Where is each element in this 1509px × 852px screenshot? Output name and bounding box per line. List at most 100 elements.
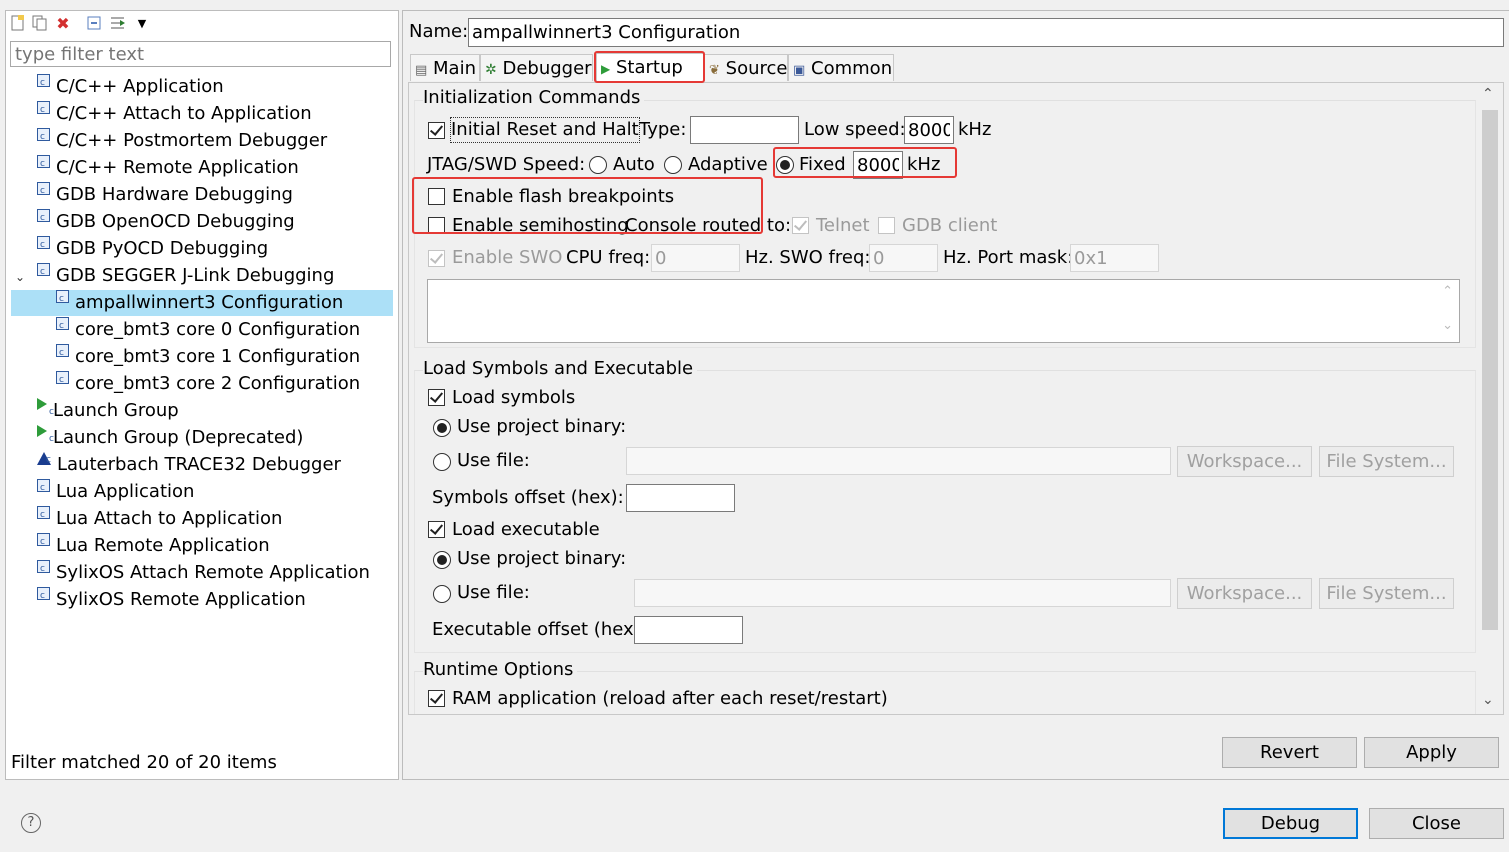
- telnet-label[interactable]: Telnet: [816, 214, 870, 238]
- low-speed-input[interactable]: [904, 116, 954, 144]
- name-input[interactable]: [468, 18, 1504, 47]
- tree-item[interactable]: core_bmt3 core 0 Configuration: [56, 313, 360, 343]
- symbols-file-system-button[interactable]: File System...: [1319, 446, 1454, 477]
- chevron-down-icon[interactable]: ⌄: [15, 270, 25, 284]
- telnet-checkbox[interactable]: [792, 217, 809, 234]
- tab-main[interactable]: ▤ Main: [410, 54, 480, 81]
- tree-item-label: Lua Attach to Application: [56, 508, 283, 529]
- tree-item[interactable]: core_bmt3 core 1 Configuration: [56, 340, 360, 370]
- tree-item[interactable]: C/C++ Postmortem Debugger: [37, 124, 327, 154]
- load-executable-checkbox[interactable]: [428, 521, 445, 538]
- tree-item[interactable]: Launch Group (Deprecated): [37, 425, 304, 452]
- help-icon[interactable]: ?: [21, 813, 41, 833]
- tree-item[interactable]: GDB PyOCD Debugging: [37, 232, 268, 262]
- symbols-project-binary-radio[interactable]: [433, 419, 451, 437]
- vertical-scrollbar[interactable]: ⌃ ⌄: [1478, 84, 1502, 714]
- tree-item[interactable]: Lua Attach to Application: [37, 502, 283, 532]
- exec-file-system-button[interactable]: File System...: [1319, 578, 1454, 609]
- exec-workspace-button[interactable]: Workspace...: [1177, 578, 1312, 609]
- speed-auto-radio[interactable]: [589, 156, 607, 174]
- speed-auto-label[interactable]: Auto: [613, 153, 655, 177]
- speed-adaptive-label[interactable]: Adaptive: [688, 153, 768, 177]
- tree-item[interactable]: C/C++ Attach to Application: [37, 97, 312, 127]
- symbols-file-input[interactable]: [626, 447, 1171, 475]
- tab-startup[interactable]: ▶ Startup: [596, 53, 704, 82]
- tab-source[interactable]: ❦ Source: [704, 54, 788, 81]
- speed-adaptive-radio[interactable]: [664, 156, 682, 174]
- exec-offset-label: Executable offset (hex):: [432, 619, 647, 640]
- tree-item[interactable]: GDB Hardware Debugging: [37, 178, 293, 208]
- load-symbols-checkbox[interactable]: [428, 389, 445, 406]
- textarea-scroll-up-icon[interactable]: ⌃: [1442, 284, 1453, 299]
- scroll-thumb[interactable]: [1482, 110, 1498, 630]
- filter-icon[interactable]: [110, 15, 126, 31]
- scroll-up-icon[interactable]: ⌃: [1482, 86, 1494, 102]
- type-input[interactable]: [690, 116, 799, 144]
- symbols-workspace-button[interactable]: Workspace...: [1177, 446, 1312, 477]
- exec-project-binary-label[interactable]: Use project binary:: [457, 547, 626, 571]
- tree-item-label: Launch Group (Deprecated): [53, 427, 304, 448]
- tree-item[interactable]: GDB OpenOCD Debugging: [37, 205, 295, 235]
- speed-fixed-radio[interactable]: [776, 156, 794, 174]
- init-commands-textarea[interactable]: ⌃ ⌄: [427, 279, 1460, 343]
- flash-breakpoints-checkbox[interactable]: [428, 188, 445, 205]
- cpu-freq-input[interactable]: [651, 244, 740, 272]
- textarea-scroll-down-icon[interactable]: ⌄: [1442, 318, 1453, 333]
- scroll-down-icon[interactable]: ⌄: [1482, 692, 1494, 708]
- ram-app-label[interactable]: RAM application (reload after each reset…: [452, 687, 888, 711]
- tree-item-label: SylixOS Attach Remote Application: [56, 562, 370, 583]
- tree-item[interactable]: Lua Remote Application: [37, 529, 270, 559]
- tree-item[interactable]: SylixOS Remote Application: [37, 583, 306, 613]
- tree-item-label: Lauterbach TRACE32 Debugger: [57, 454, 341, 475]
- tree-item[interactable]: C/C++ Application: [37, 70, 224, 100]
- flash-breakpoints-label[interactable]: Enable flash breakpoints: [452, 185, 674, 209]
- tree-item[interactable]: SylixOS Attach Remote Application: [37, 556, 370, 586]
- view-menu-icon[interactable]: ▼: [134, 15, 150, 31]
- tree-item[interactable]: Lua Application: [37, 475, 194, 505]
- tree-item[interactable]: Launch Group: [37, 398, 179, 425]
- gdb-client-checkbox[interactable]: [878, 217, 895, 234]
- tree-item[interactable]: core_bmt3 core 2 Configuration: [56, 367, 360, 397]
- filter-input[interactable]: [10, 41, 391, 67]
- tree-item[interactable]: ampallwinnert3 Configuration: [11, 286, 393, 316]
- exec-file-input[interactable]: [634, 579, 1171, 607]
- exec-use-file-label[interactable]: Use file:: [457, 581, 530, 605]
- swo-checkbox[interactable]: [428, 250, 445, 267]
- apply-button[interactable]: Apply: [1364, 737, 1499, 768]
- symbols-use-file-label[interactable]: Use file:: [457, 449, 530, 473]
- revert-button[interactable]: Revert: [1222, 737, 1357, 768]
- load-symbols-label[interactable]: Load symbols: [452, 386, 575, 410]
- duplicate-icon[interactable]: [32, 15, 48, 31]
- swo-freq-input[interactable]: [869, 244, 938, 272]
- swo-label[interactable]: Enable SWO: [452, 246, 562, 270]
- symbols-offset-input[interactable]: [626, 484, 735, 512]
- collapse-all-icon[interactable]: [87, 15, 103, 31]
- ram-app-checkbox[interactable]: [428, 690, 445, 707]
- config-icon: [56, 340, 69, 366]
- exec-use-file-radio[interactable]: [433, 585, 451, 603]
- new-config-icon[interactable]: [10, 15, 26, 31]
- delete-icon[interactable]: ✖: [55, 14, 71, 33]
- tab-common[interactable]: ▣ Common: [788, 54, 894, 81]
- initial-reset-checkbox[interactable]: [428, 122, 445, 139]
- debug-button[interactable]: Debug: [1223, 808, 1358, 839]
- symbols-use-file-radio[interactable]: [433, 453, 451, 471]
- tree-item[interactable]: C/C++ Remote Application: [37, 151, 299, 181]
- port-mask-input[interactable]: [1070, 244, 1159, 272]
- tree-item[interactable]: Lauterbach TRACE32 Debugger: [37, 447, 341, 478]
- symbols-project-binary-label[interactable]: Use project binary:: [457, 415, 626, 439]
- exec-project-binary-radio[interactable]: [433, 551, 451, 569]
- speed-fixed-label[interactable]: Fixed: [799, 153, 846, 177]
- exec-offset-input[interactable]: [634, 616, 743, 644]
- fixed-speed-input[interactable]: [853, 151, 903, 179]
- semihosting-checkbox[interactable]: [428, 217, 445, 234]
- low-speed-label: Low speed:: [804, 119, 906, 140]
- gdb-client-label[interactable]: GDB client: [902, 214, 997, 238]
- close-button[interactable]: Close: [1369, 808, 1504, 839]
- semihosting-label[interactable]: Enable semihosting: [452, 214, 629, 238]
- initial-reset-label[interactable]: Initial Reset and Halt: [450, 117, 640, 143]
- load-executable-label[interactable]: Load executable: [452, 518, 600, 542]
- tree-item-label: GDB Hardware Debugging: [56, 184, 293, 205]
- tree-item[interactable]: GDB SEGGER J-Link Debugging: [37, 259, 334, 289]
- tab-debugger[interactable]: ✲ Debugger: [480, 54, 593, 81]
